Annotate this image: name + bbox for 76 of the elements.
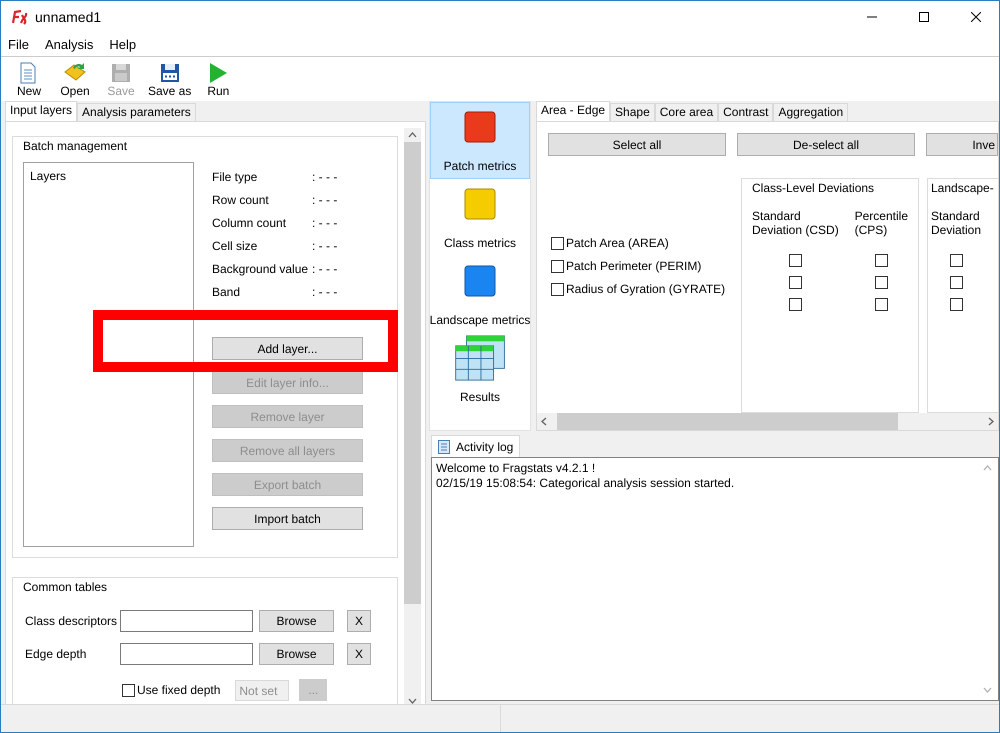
app-icon [11,9,29,25]
tab[interactable]: Core area [654,103,718,121]
checkbox[interactable] [950,254,963,267]
menu-item[interactable]: Help [109,34,136,54]
toolbar-button[interactable]: Save as [145,62,194,98]
field-value: : - - - [312,262,338,276]
log-line: Welcome to Fragstats v4.2.1 ! [436,461,596,476]
column-header: Percentile (CPS) [854,209,908,239]
tab[interactable]: Analysis parameters [77,103,196,121]
field-value: : - - - [312,193,338,207]
action-button[interactable]: Select all [548,133,726,156]
action-button[interactable]: De-select all [737,133,915,156]
square-icon [464,188,496,220]
clear-button[interactable]: X [347,610,371,632]
document-icon [438,440,450,454]
floppy-icon [110,62,132,84]
input-field[interactable] [120,610,253,632]
close-icon [971,12,981,22]
field-value: : - - - [312,239,338,253]
checkbox[interactable] [788,298,802,311]
checkbox[interactable] [874,254,888,267]
field-label: Edge depth [25,646,88,663]
action-button[interactable]: Inve [926,133,998,156]
tab[interactable]: Area - Edge [536,101,610,121]
checkbox[interactable] [788,254,802,267]
checkbox[interactable]: Use fixed depth [122,681,220,699]
menu-item[interactable]: File [8,34,29,54]
log-line: 02/15/19 15:08:54: Categorical analysis session started. [436,476,736,491]
layer-button[interactable]: Import batch [212,507,363,530]
window-title: unnamed1 [35,8,102,26]
browse-button[interactable]: Browse [259,610,334,632]
floppy-icon [158,62,181,84]
metric-level-button[interactable]: Results [430,333,530,410]
field-label: Class descriptors [25,613,118,630]
metric-level-button[interactable]: Patch metrics [430,102,530,179]
field-label: Band [212,285,242,299]
checkbox[interactable] [874,276,888,289]
field-label: Row count [212,193,270,207]
checkbox[interactable]: Patch Area (AREA) [551,236,741,250]
field-value: : - - - [312,216,338,230]
menu-item[interactable]: Analysis [44,34,94,54]
field-label: File type [212,170,258,184]
tab[interactable]: Shape [610,103,655,121]
field-value: : - - - [312,170,338,184]
column-header: Standard Deviation (CSD) [752,209,839,239]
layers-list[interactable]: Layers [23,162,194,547]
toolbar-button[interactable]: Open [53,62,97,98]
field-label: Column count [212,216,288,230]
column-header: Standard Deviation [931,209,982,239]
checkbox[interactable]: Patch Perimeter (PERIM) [551,259,741,273]
metric-level-button[interactable]: Landscape metrics [430,256,530,333]
square-icon [464,265,496,297]
field-value: : - - - [312,285,338,299]
layer-button[interactable]: Add layer... [212,337,363,360]
tab[interactable]: Aggregation [773,103,848,121]
play-icon [207,62,230,84]
checkbox[interactable]: Radius of Gyration (GYRATE) [551,282,741,296]
field-label: Cell size [212,239,258,253]
metric-level-button[interactable]: Class metrics [430,179,530,256]
tab[interactable]: Activity log [431,435,520,457]
maximize-icon [919,12,929,22]
clear-button[interactable]: X [347,643,371,665]
toolbar-button[interactable]: Run [196,62,240,98]
tab[interactable]: Input layers [5,101,78,121]
field-label: Background value [212,262,310,276]
checkbox[interactable] [788,276,802,289]
browse-button[interactable]: Browse [259,643,334,665]
scrollbar[interactable] [537,413,998,430]
toolbar-button[interactable]: New [7,62,51,98]
square-icon [464,111,496,143]
list-header: Layers [30,168,68,185]
input-field[interactable] [120,643,253,665]
checkbox[interactable] [874,298,888,311]
tab[interactable]: Contrast [718,103,774,121]
checkbox[interactable] [950,298,963,311]
checkbox[interactable] [950,276,963,289]
